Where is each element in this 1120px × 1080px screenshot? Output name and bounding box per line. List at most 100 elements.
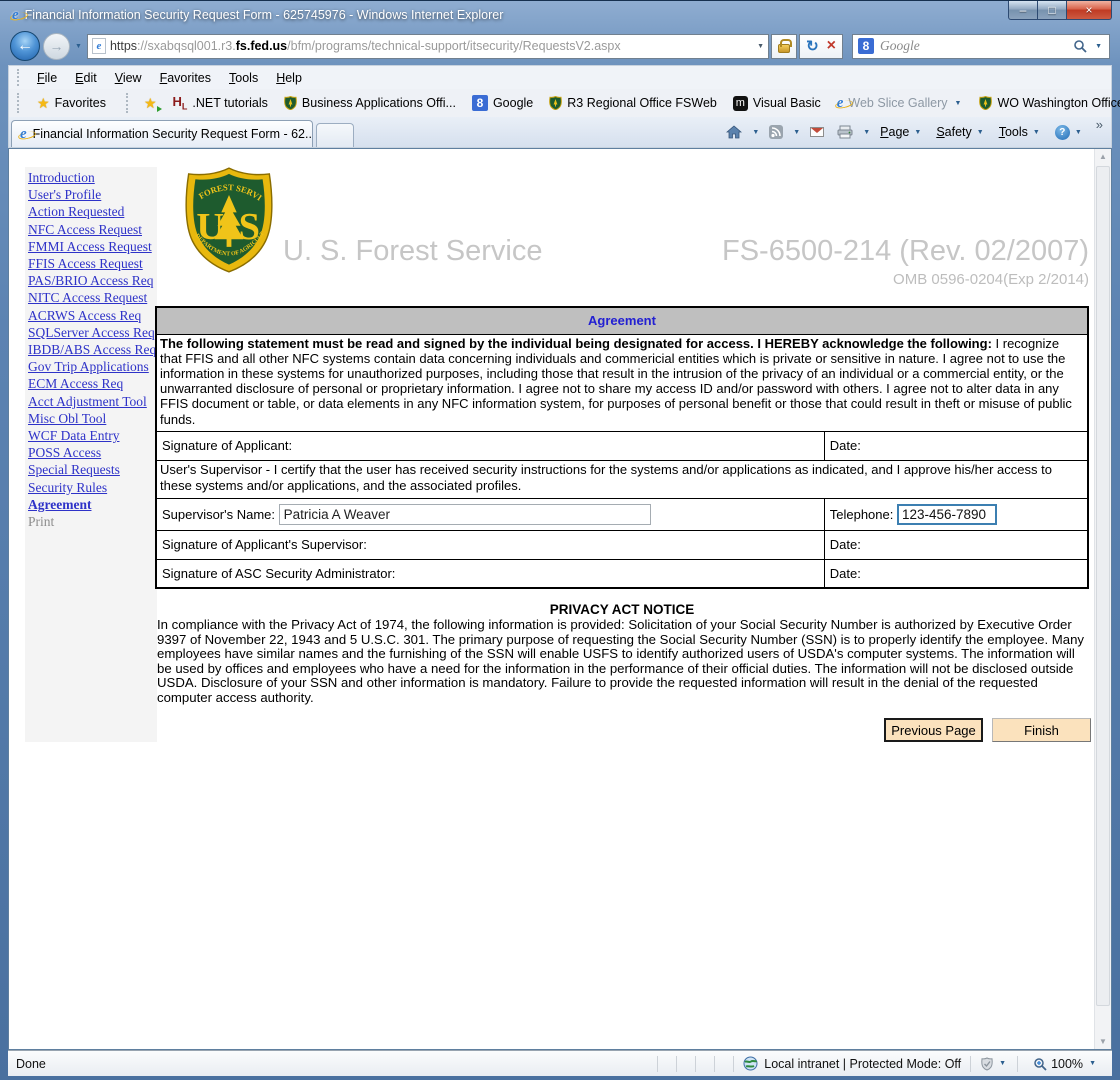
chevron-down-icon: ▼ [997, 1060, 1008, 1067]
print-dropdown-icon[interactable]: ▼ [861, 129, 872, 136]
sidebar-link-security-rules[interactable]: Security Rules [28, 479, 157, 496]
sidebar-link-users-profile[interactable]: User's Profile [28, 186, 157, 203]
minimize-button[interactable]: – [1008, 1, 1038, 20]
favorite-item-r3-regional[interactable]: R3 Regional Office FSWeb [543, 94, 723, 112]
vertical-scrollbar[interactable]: ▲ ▼ [1094, 149, 1111, 1049]
favorite-item-business-applications[interactable]: Business Applications Offi... [278, 94, 462, 112]
previous-page-button[interactable]: Previous Page [884, 718, 983, 742]
menu-tools[interactable]: Tools [220, 69, 267, 87]
favorite-item-wo-washington[interactable]: WO Washington Office FS... [973, 94, 1120, 112]
privacy-act-title: PRIVACY ACT NOTICE [155, 602, 1089, 617]
print-button[interactable] [832, 122, 858, 142]
sidebar-link-special-requests[interactable]: Special Requests [28, 461, 157, 478]
tab-bar: e Financial Information Security Request… [8, 117, 1112, 148]
sidebar-link-sqlserver-access[interactable]: SQLServer Access Req [28, 324, 157, 341]
history-dropdown-icon[interactable]: ▼ [73, 43, 84, 50]
favorite-item-web-slice-gallery[interactable]: e Web Slice Gallery ▼ [831, 94, 970, 113]
command-overflow-chevron[interactable]: » [1092, 117, 1107, 132]
privacy-act-body: In compliance with the Privacy Act of 19… [157, 618, 1087, 706]
sidebar-link-ibdb-abs-access[interactable]: IBDB/ABS Access Req [28, 341, 157, 358]
read-mail-button[interactable] [805, 124, 829, 140]
home-dropdown-icon[interactable]: ▼ [750, 129, 761, 136]
close-button[interactable]: × [1066, 1, 1112, 20]
form-buttons: Previous Page Finish [884, 718, 1091, 742]
toolbar-grip [126, 93, 128, 113]
forest-service-shield-icon [549, 96, 562, 110]
forward-button[interactable]: → [43, 33, 70, 60]
help-button[interactable]: ? ▼ [1050, 122, 1089, 143]
home-button[interactable] [721, 122, 747, 142]
page-privacy-control[interactable]: ▼ [980, 1057, 1008, 1071]
address-bar[interactable]: e https://sxabqsql001.r3.fs.fed.us/bfm/p… [87, 34, 769, 59]
address-dropdown-icon[interactable]: ▼ [757, 43, 764, 50]
search-icon[interactable] [1073, 39, 1087, 53]
sidebar-link-misc-obl[interactable]: Misc Obl Tool [28, 410, 157, 427]
tools-menu-button[interactable]: Tools ▼ [994, 122, 1047, 142]
sidebar-link-introduction[interactable]: Introduction [28, 169, 157, 186]
sidebar-link-acct-adjustment[interactable]: Acct Adjustment Tool [28, 393, 157, 410]
menu-file[interactable]: File [28, 69, 66, 87]
zoom-dropdown-icon[interactable]: ▼ [1087, 1060, 1098, 1067]
sidebar-link-ecm-access[interactable]: ECM Access Req [28, 375, 157, 392]
zoom-control[interactable]: 100% ▼ [1027, 1057, 1104, 1071]
sidebar-link-wcf-data-entry[interactable]: WCF Data Entry [28, 427, 157, 444]
finish-button[interactable]: Finish [992, 718, 1091, 742]
search-input[interactable]: Google [880, 38, 920, 54]
rss-feed-icon [769, 125, 783, 139]
stop-button[interactable]: × [827, 38, 836, 54]
sidebar-link-nitc-access[interactable]: NITC Access Request [28, 289, 157, 306]
refresh-button[interactable]: ↻ [806, 39, 819, 54]
window-title: Financial Information Security Request F… [25, 8, 504, 22]
supervisor-name-field[interactable] [279, 504, 651, 525]
sidebar-link-gov-trip[interactable]: Gov Trip Applications [28, 358, 157, 375]
sidebar-link-nfc-access[interactable]: NFC Access Request [28, 221, 157, 238]
chevron-down-icon: ▼ [1031, 129, 1042, 136]
tab-active[interactable]: e Financial Information Security Request… [11, 120, 313, 147]
favorite-item-visual-basic[interactable]: m Visual Basic [727, 94, 827, 113]
sidebar-link-poss-access[interactable]: POSS Access [28, 444, 157, 461]
hl-icon: HL [173, 95, 188, 112]
search-dropdown-icon[interactable]: ▼ [1093, 43, 1104, 50]
ie-logo-icon: e [12, 8, 19, 23]
favorite-item-google[interactable]: 8 Google [466, 93, 539, 113]
agreement-section-title: Agreement [156, 307, 1088, 334]
printer-icon [837, 125, 853, 139]
zoom-level: 100% [1051, 1057, 1083, 1071]
feeds-button[interactable] [764, 122, 788, 142]
feeds-dropdown-icon[interactable]: ▼ [791, 129, 802, 136]
scroll-up-icon[interactable]: ▲ [1095, 152, 1111, 161]
sidebar-link-ffis-access[interactable]: FFIS Access Request [28, 255, 157, 272]
supervisor-name-cell: Supervisor's Name: [156, 498, 824, 530]
add-favorite-button[interactable]: ★ [138, 93, 163, 114]
menu-edit[interactable]: Edit [66, 69, 106, 87]
page-menu-button[interactable]: Page ▼ [875, 122, 928, 142]
safety-menu-button[interactable]: Safety ▼ [931, 122, 990, 142]
sidebar-link-pas-brio-access[interactable]: PAS/BRIO Access Req [28, 272, 157, 289]
telephone-label: Telephone: [830, 507, 894, 522]
scroll-down-icon[interactable]: ▼ [1095, 1037, 1111, 1046]
agency-name: U. S. Forest Service [283, 235, 542, 268]
new-tab-button[interactable] [316, 123, 354, 147]
scrollbar-thumb[interactable] [1096, 166, 1110, 1006]
intranet-globe-icon [743, 1056, 758, 1071]
favorites-button[interactable]: ★ Favorites [29, 93, 114, 114]
sidebar-nav: Introduction User's Profile Action Reque… [25, 167, 157, 742]
search-box[interactable]: 8 Google ▼ [852, 34, 1110, 59]
restore-button[interactable]: □ [1037, 1, 1067, 20]
signature-supervisor-label: Signature of Applicant's Supervisor: [156, 530, 824, 559]
sidebar-link-action-requested[interactable]: Action Requested [28, 203, 157, 220]
telephone-cell: Telephone: [824, 498, 1088, 530]
chevron-down-icon: ▼ [953, 100, 964, 107]
menu-favorites[interactable]: Favorites [151, 69, 220, 87]
telephone-field[interactable] [897, 504, 997, 525]
favorite-item-net-tutorials[interactable]: HL .NET tutorials [167, 93, 274, 114]
privacy-shield-icon [980, 1057, 994, 1071]
sidebar-link-acrws-access[interactable]: ACRWS Access Req [28, 307, 157, 324]
sidebar-link-agreement-current[interactable]: Agreement [28, 496, 157, 513]
menu-help[interactable]: Help [267, 69, 311, 87]
lock-icon [778, 44, 790, 53]
back-button[interactable]: ← [10, 31, 40, 61]
menu-view[interactable]: View [106, 69, 151, 87]
add-favorite-star-icon: ★ [144, 95, 157, 111]
sidebar-link-fmmi-access[interactable]: FMMI Access Request [28, 238, 157, 255]
